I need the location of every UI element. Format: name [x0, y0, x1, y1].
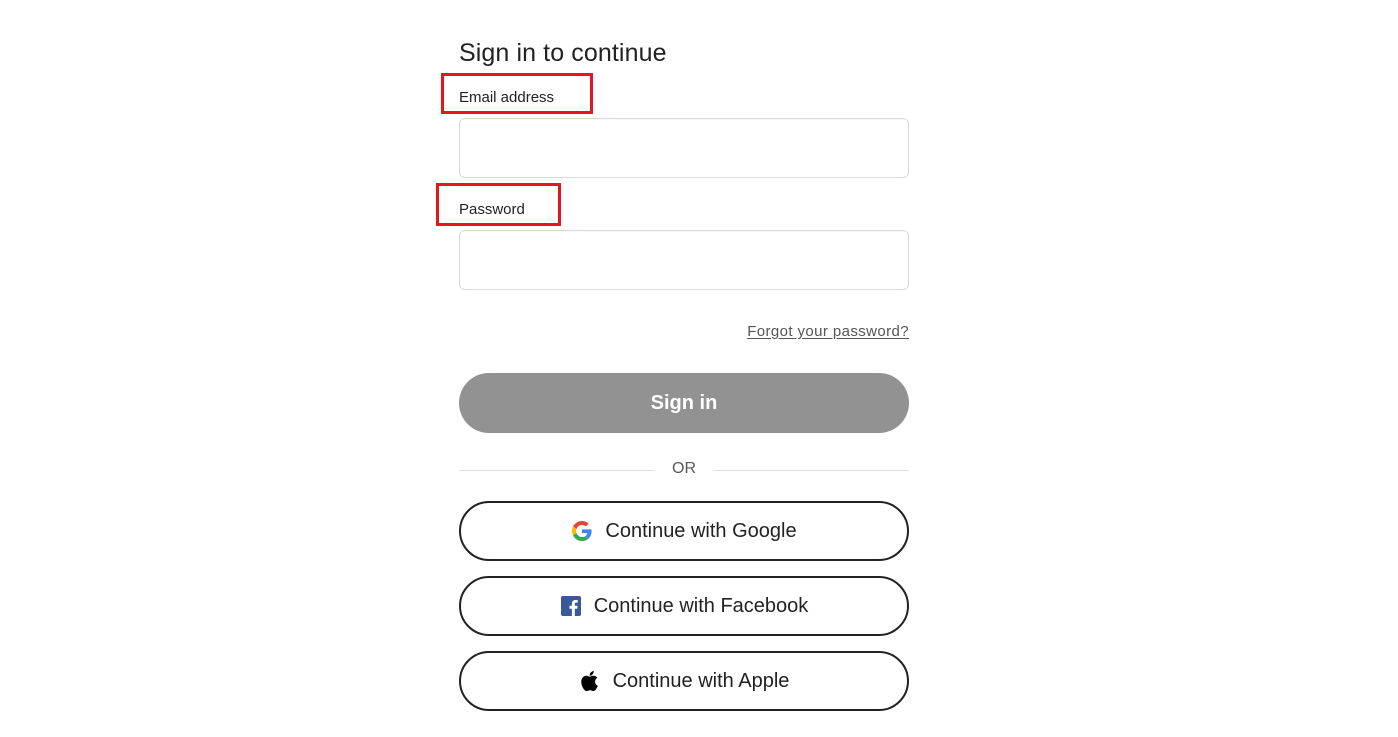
forgot-password-link[interactable]: Forgot your password?: [747, 323, 909, 340]
email-label: Email address: [459, 89, 555, 106]
continue-with-apple-button[interactable]: Continue with Apple: [459, 651, 909, 711]
continue-with-google-button[interactable]: Continue with Google: [459, 501, 909, 561]
facebook-button-label: Continue with Facebook: [593, 594, 809, 617]
google-button-label: Continue with Google: [605, 519, 797, 542]
email-field[interactable]: [459, 118, 909, 178]
page-title: Sign in to continue: [459, 39, 667, 67]
password-label: Password: [459, 201, 525, 218]
divider-line-right: [713, 470, 909, 471]
sign-in-button[interactable]: Sign in: [459, 373, 909, 433]
apple-button-label: Continue with Apple: [612, 669, 790, 692]
google-icon: [571, 520, 593, 542]
password-field[interactable]: [459, 230, 909, 290]
facebook-icon: [560, 595, 582, 617]
continue-with-facebook-button[interactable]: Continue with Facebook: [459, 576, 909, 636]
sign-in-page: Sign in to continue Email address Passwo…: [0, 0, 1398, 737]
or-divider: OR: [459, 458, 909, 482]
apple-icon: [579, 670, 601, 692]
divider-text: OR: [672, 460, 696, 477]
